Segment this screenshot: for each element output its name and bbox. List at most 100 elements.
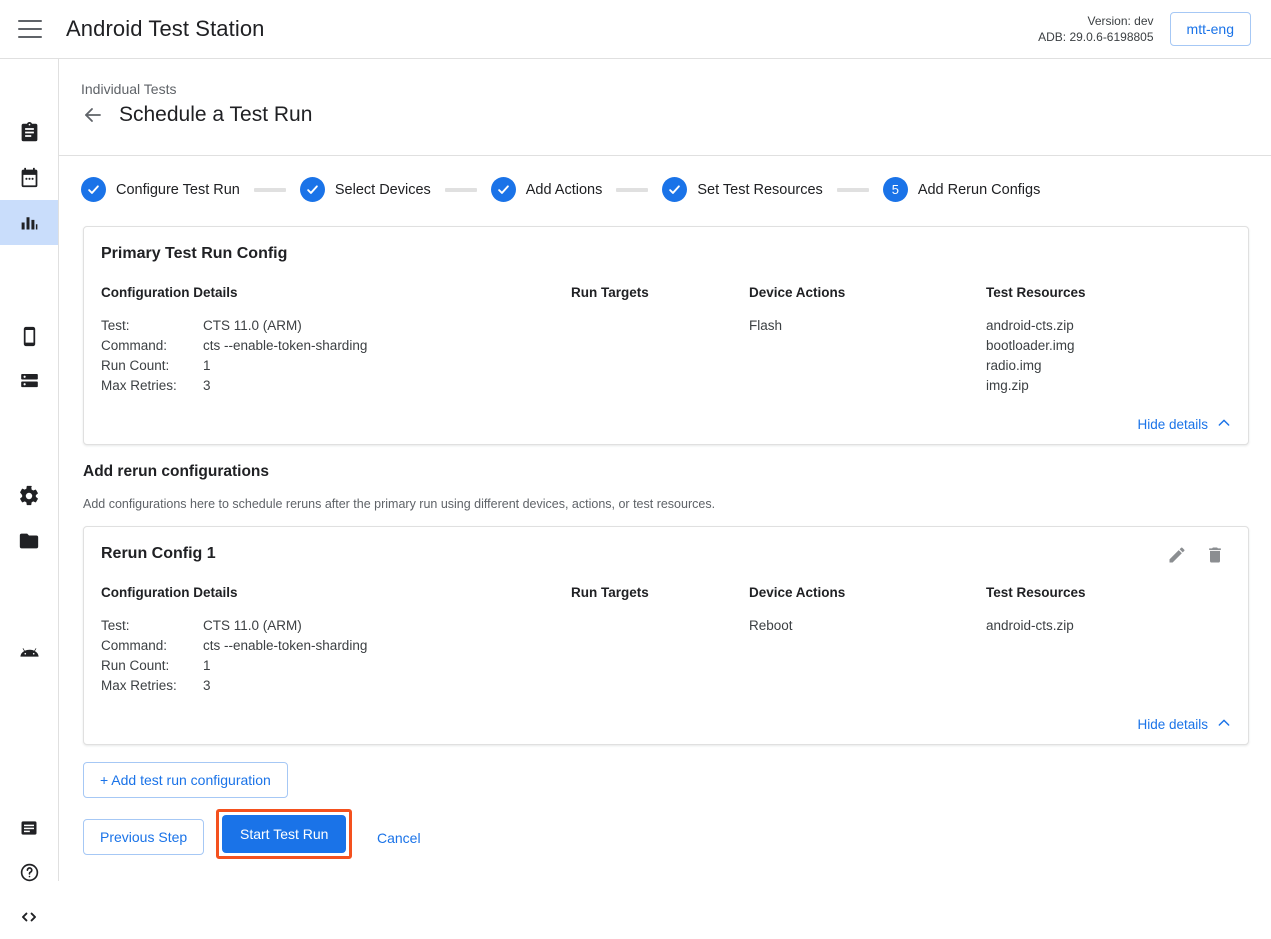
sidebar-item-settings[interactable]: [0, 473, 58, 518]
detail-value: CTS 11.0 (ARM): [203, 616, 302, 636]
test-resources-column: Test Resources android-cts.zip: [986, 585, 1226, 696]
start-test-run-button[interactable]: Start Test Run: [222, 815, 346, 853]
detail-key: Command:: [101, 636, 203, 656]
sidebar: [0, 59, 59, 881]
step-configure-test-run[interactable]: Configure Test Run: [81, 177, 240, 202]
server-icon: [19, 370, 40, 391]
rerun-section-title: Add rerun configurations: [83, 463, 269, 481]
breadcrumb[interactable]: Individual Tests: [81, 81, 1271, 97]
test-resource-item: android-cts.zip: [986, 616, 1226, 636]
step-check-icon: [300, 177, 325, 202]
device-action-item: Reboot: [749, 616, 986, 636]
gear-icon: [18, 485, 40, 507]
rerun-config-actions: [1167, 545, 1231, 570]
column-header: Test Resources: [986, 585, 1226, 600]
detail-row-command: Command: cts --enable-token-sharding: [101, 336, 571, 356]
sidebar-item-hosts[interactable]: [0, 358, 58, 403]
test-resource-item: android-cts.zip: [986, 316, 1226, 336]
header-divider: [59, 155, 1271, 156]
detail-value: 1: [203, 656, 211, 676]
card-title: Rerun Config 1: [101, 545, 216, 563]
primary-hide-details-button[interactable]: Hide details: [1137, 415, 1232, 434]
detail-row-run-count: Run Count: 1: [101, 356, 571, 376]
step-number: 5: [883, 177, 908, 202]
chevron-up-icon: [1216, 415, 1232, 434]
sidebar-item-docs[interactable]: [0, 805, 58, 850]
step-check-icon: [491, 177, 516, 202]
detail-row-test: Test: CTS 11.0 (ARM): [101, 316, 571, 336]
sidebar-item-clipboard[interactable]: [0, 110, 58, 155]
adb-line: ADB: 29.0.6-6198805: [1038, 29, 1153, 45]
primary-test-run-config-card: Primary Test Run Config Configuration De…: [83, 226, 1249, 445]
rerun-section-description: Add configurations here to schedule reru…: [83, 497, 715, 511]
detail-value: cts --enable-token-sharding: [203, 336, 367, 356]
sidebar-item-calendar[interactable]: [0, 155, 58, 200]
step-set-test-resources[interactable]: Set Test Resources: [662, 177, 822, 202]
sidebar-item-android[interactable]: [0, 631, 58, 676]
detail-key: Max Retries:: [101, 376, 203, 396]
device-actions-column: Device Actions Flash: [749, 285, 986, 396]
main-content: Individual Tests Schedule a Test Run Con…: [59, 59, 1271, 881]
detail-key: Test:: [101, 616, 203, 636]
start-test-run-highlight: Start Test Run: [216, 809, 352, 859]
app-bar: Android Test Station Version: dev ADB: 2…: [0, 0, 1271, 59]
detail-value: 3: [203, 676, 211, 696]
test-resource-item: bootloader.img: [986, 336, 1226, 356]
column-header: Run Targets: [571, 585, 749, 600]
column-header: Run Targets: [571, 285, 749, 300]
hide-details-label: Hide details: [1137, 717, 1208, 732]
bar-chart-icon: [19, 212, 40, 233]
run-targets-column: Run Targets: [571, 285, 749, 396]
sidebar-item-help[interactable]: [0, 850, 58, 895]
detail-row-command: Command: cts --enable-token-sharding: [101, 636, 571, 656]
test-resource-item: radio.img: [986, 356, 1226, 376]
detail-key: Max Retries:: [101, 676, 203, 696]
step-label: Set Test Resources: [697, 182, 822, 198]
step-connector: [837, 188, 869, 192]
code-icon: [18, 906, 40, 928]
folder-icon: [18, 530, 40, 552]
step-add-actions[interactable]: Add Actions: [491, 177, 603, 202]
add-test-run-configuration-button[interactable]: + Add test run configuration: [83, 762, 288, 798]
detail-key: Command:: [101, 336, 203, 356]
pencil-icon[interactable]: [1167, 545, 1187, 570]
cancel-button[interactable]: Cancel: [369, 821, 429, 855]
hide-details-row: Hide details: [1137, 705, 1248, 744]
rerun-hide-details-button[interactable]: Hide details: [1137, 715, 1232, 734]
column-header: Device Actions: [749, 285, 986, 300]
detail-value: 3: [203, 376, 211, 396]
detail-value: cts --enable-token-sharding: [203, 636, 367, 656]
help-icon: [19, 862, 40, 883]
device-actions-column: Device Actions Reboot: [749, 585, 986, 696]
sidebar-item-files[interactable]: [0, 518, 58, 563]
trash-icon[interactable]: [1205, 545, 1225, 570]
step-check-icon: [662, 177, 687, 202]
run-targets-column: Run Targets: [571, 585, 749, 696]
step-connector: [254, 188, 286, 192]
test-resource-item: img.zip: [986, 376, 1226, 396]
step-add-rerun-configs[interactable]: 5 Add Rerun Configs: [883, 177, 1041, 202]
sidebar-item-test-runs[interactable]: [0, 200, 58, 245]
hide-details-label: Hide details: [1137, 417, 1208, 432]
app-title: Android Test Station: [66, 16, 265, 42]
detail-row-max-retries: Max Retries: 3: [101, 676, 571, 696]
config-grid: Configuration Details Test: CTS 11.0 (AR…: [101, 585, 1231, 696]
detail-key: Test:: [101, 316, 203, 336]
sidebar-item-api[interactable]: [0, 894, 58, 939]
step-label: Select Devices: [335, 182, 431, 198]
column-header: Device Actions: [749, 585, 986, 600]
step-select-devices[interactable]: Select Devices: [300, 177, 431, 202]
test-resources-column: Test Resources android-cts.zip bootloade…: [986, 285, 1226, 396]
back-arrow-icon[interactable]: [81, 103, 105, 127]
hamburger-icon[interactable]: [18, 20, 42, 38]
previous-step-button[interactable]: Previous Step: [83, 819, 204, 855]
sidebar-item-devices[interactable]: [0, 314, 58, 359]
detail-key: Run Count:: [101, 356, 203, 376]
user-chip-button[interactable]: mtt-eng: [1170, 12, 1251, 46]
step-connector: [445, 188, 477, 192]
configuration-details-column: Configuration Details Test: CTS 11.0 (AR…: [101, 585, 571, 696]
detail-key: Run Count:: [101, 656, 203, 676]
configuration-details-column: Configuration Details Test: CTS 11.0 (AR…: [101, 285, 571, 396]
calendar-icon: [19, 167, 40, 188]
android-icon: [18, 642, 41, 665]
